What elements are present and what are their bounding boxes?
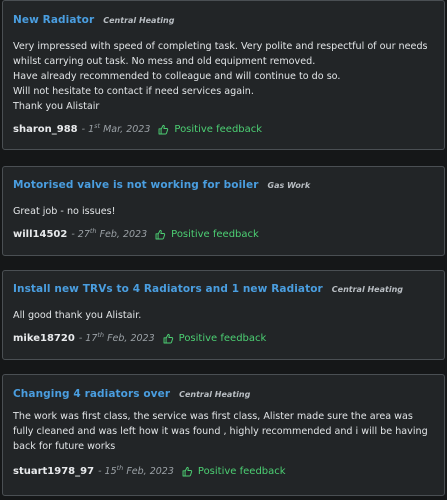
date-suffix: th: [97, 331, 105, 339]
review-header: Install new TRVs to 4 Radiators and 1 ne…: [13, 271, 434, 295]
date-day: 15: [104, 466, 117, 477]
review-text: Great job - no issues!: [13, 204, 115, 219]
date-month-year: Mar, 2023: [103, 124, 151, 135]
review-date: - 15th Feb, 2023: [98, 464, 174, 477]
date-separator: -: [98, 466, 102, 477]
positive-feedback-badge: Positive feedback: [158, 124, 262, 135]
thumbs-up-icon: [155, 229, 166, 240]
reviews-feed: New Radiator Central Heating Very impres…: [0, 0, 447, 500]
date-day: 17: [85, 333, 98, 344]
reviewer-username: stuart1978_97: [13, 466, 95, 477]
date-month-year: Feb, 2023: [107, 333, 155, 344]
review-text: Very impressed with speed of completing …: [13, 39, 434, 114]
reviewer-username: sharon_988: [13, 124, 78, 135]
review-meta: sharon_988 - 1st Mar, 2023 Positive feed…: [13, 122, 262, 135]
review-card: Install new TRVs to 4 Radiators and 1 ne…: [2, 270, 445, 360]
review-meta: mike18720 - 17th Feb, 2023 Positive feed…: [13, 331, 267, 344]
date-day: 27: [77, 229, 90, 240]
review-card: Motorised valve is not working for boile…: [2, 166, 445, 256]
review-date: - 1st Mar, 2023: [81, 122, 151, 135]
review-line: The work was first class, the service wa…: [13, 411, 428, 452]
reviewer-username: will14502: [13, 229, 68, 240]
feedback-label: Positive feedback: [197, 466, 286, 477]
category-label: Gas Work: [267, 181, 311, 190]
review-line: All good thank you Alistair.: [13, 310, 142, 321]
review-line: Have already recommended to colleague an…: [13, 71, 341, 82]
review-line: Great job - no issues!: [13, 206, 116, 217]
review-header: Motorised valve is not working for boile…: [13, 167, 434, 191]
review-line: Thank you Alistair: [13, 101, 100, 112]
positive-feedback-badge: Positive feedback: [182, 466, 286, 477]
thumbs-up-icon: [158, 124, 169, 135]
date-separator: -: [78, 333, 83, 344]
thumbs-up-icon: [182, 466, 193, 477]
date-suffix: st: [94, 122, 101, 130]
review-line: Will not hesitate to contact if need ser…: [13, 86, 254, 97]
review-date: - 17th Feb, 2023: [78, 331, 155, 344]
feedback-label: Positive feedback: [174, 124, 263, 135]
date-separator: -: [71, 229, 75, 240]
date-month-year: Feb, 2023: [126, 466, 174, 477]
review-line: Very impressed with speed of completing …: [13, 41, 428, 67]
category-label: Central Heating: [179, 390, 251, 399]
job-title-link[interactable]: New Radiator: [13, 14, 94, 26]
job-title-link[interactable]: Changing 4 radiators over: [13, 388, 170, 400]
review-card: Changing 4 radiators over Central Heatin…: [2, 374, 445, 496]
review-header: New Radiator Central Heating: [13, 1, 434, 28]
date-separator: -: [81, 124, 86, 135]
review-text: All good thank you Alistair.: [13, 308, 141, 323]
job-title-link[interactable]: Install new TRVs to 4 Radiators and 1 ne…: [13, 283, 323, 295]
review-header: Changing 4 radiators over Central Heatin…: [13, 375, 434, 400]
positive-feedback-badge: Positive feedback: [155, 229, 259, 240]
job-title-link[interactable]: Motorised valve is not working for boile…: [13, 179, 259, 191]
positive-feedback-badge: Positive feedback: [163, 333, 267, 344]
feedback-label: Positive feedback: [171, 229, 259, 240]
category-label: Central Heating: [331, 285, 403, 294]
feedback-label: Positive feedback: [178, 333, 267, 344]
category-label: Central Heating: [103, 16, 175, 25]
review-card: New Radiator Central Heating Very impres…: [2, 0, 445, 150]
review-meta: stuart1978_97 - 15th Feb, 2023 Positive …: [13, 464, 286, 477]
review-text: The work was first class, the service wa…: [13, 409, 434, 454]
review-date: - 27th Feb, 2023: [71, 227, 148, 240]
date-suffix: th: [116, 464, 124, 472]
reviewer-username: mike18720: [13, 333, 75, 344]
review-meta: will14502 - 27th Feb, 2023 Positive feed…: [13, 227, 259, 240]
date-suffix: th: [89, 227, 97, 235]
date-month-year: Feb, 2023: [99, 229, 148, 240]
thumbs-up-icon: [163, 333, 173, 344]
